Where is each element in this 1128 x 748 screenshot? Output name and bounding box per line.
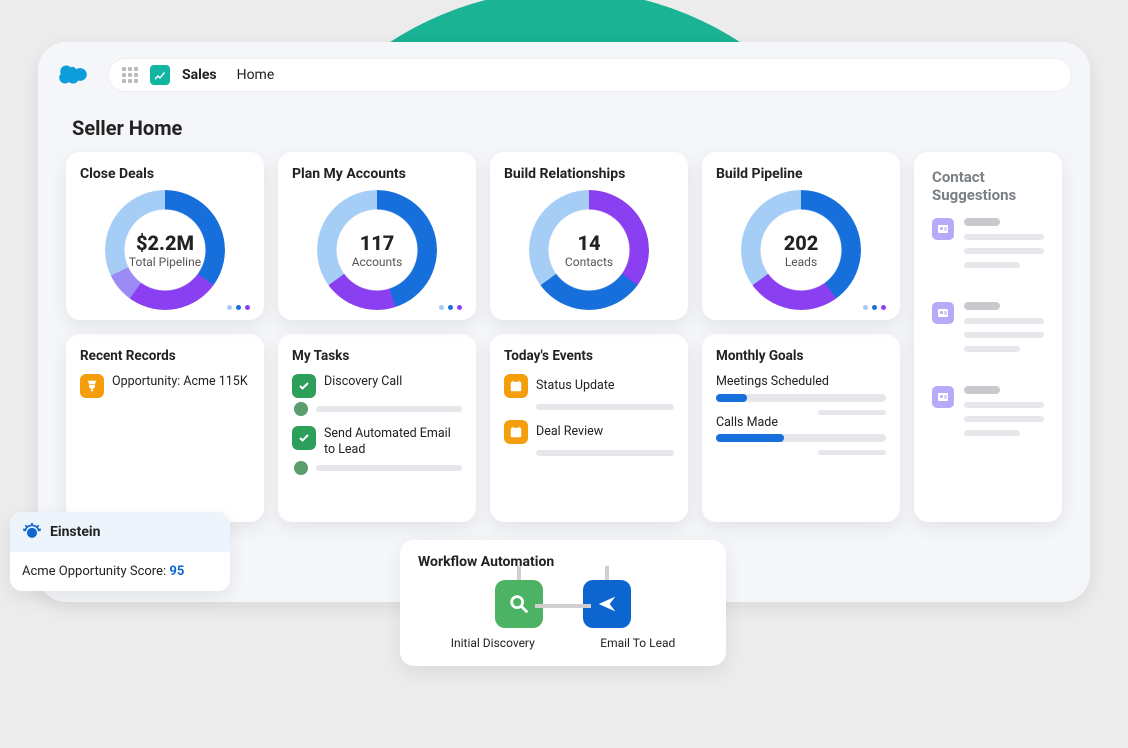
- my-tasks-card: My Tasks Discovery Call Send Automated E…: [278, 334, 476, 522]
- kpi-sublabel: Leads: [784, 255, 819, 269]
- kpi-sublabel: Accounts: [352, 255, 403, 269]
- contact-suggestion-item[interactable]: [932, 302, 1044, 352]
- kpi-title: Build Relationships: [504, 166, 674, 182]
- kpi-sublabel: Contacts: [565, 255, 613, 269]
- workflow-node-label: Email To Lead: [600, 636, 675, 650]
- einstein-icon: [22, 522, 42, 542]
- task-label: Discovery Call: [324, 374, 402, 390]
- progress-bar: [716, 434, 886, 442]
- workflow-connector: [535, 604, 591, 608]
- pager-dots[interactable]: [227, 305, 250, 310]
- app-launcher-icon[interactable]: [122, 67, 138, 83]
- donut-chart: 202 Leads: [716, 190, 886, 310]
- event-item[interactable]: Status Update: [504, 374, 674, 410]
- todays-events-card: Today's Events Status Update Deal Review: [490, 334, 688, 522]
- pager-dots[interactable]: [439, 305, 462, 310]
- recent-records-card: Recent Records Opportunity: Acme 115K: [66, 334, 264, 522]
- donut-chart: 117 Accounts: [292, 190, 462, 310]
- checkbox-icon[interactable]: [292, 426, 316, 450]
- contact-icon: [932, 386, 954, 408]
- kpi-card[interactable]: Build Pipeline 202 Leads: [702, 152, 900, 320]
- record-item[interactable]: Opportunity: Acme 115K: [80, 374, 250, 398]
- nav-tab-home[interactable]: Home: [237, 67, 275, 83]
- kpi-title: Close Deals: [80, 166, 250, 182]
- card-title: My Tasks: [292, 348, 462, 364]
- pager-dots[interactable]: [863, 305, 886, 310]
- contact-suggestion-item[interactable]: [932, 218, 1044, 268]
- task-label: Send Automated Email to Lead: [324, 426, 462, 457]
- monthly-goals-card: Monthly Goals Meetings Scheduled Calls M…: [702, 334, 900, 522]
- card-title: Monthly Goals: [716, 348, 886, 364]
- card-title: Today's Events: [504, 348, 674, 364]
- card-title: Recent Records: [80, 348, 250, 364]
- kpi-title: Build Pipeline: [716, 166, 886, 182]
- kpi-value: 202: [784, 231, 819, 255]
- page-title: Seller Home: [72, 116, 1090, 140]
- opportunity-icon: [80, 374, 104, 398]
- event-label: Status Update: [536, 378, 615, 394]
- calendar-icon: [504, 420, 528, 444]
- header: Sales Home: [38, 42, 1090, 100]
- avatar-icon: [294, 461, 308, 475]
- contact-icon: [932, 302, 954, 324]
- donut-chart: 14 Contacts: [504, 190, 674, 310]
- cards-row: Recent Records Opportunity: Acme 115KMy …: [66, 334, 900, 522]
- goal-item: Meetings Scheduled: [716, 374, 886, 415]
- salesforce-logo: [56, 63, 90, 87]
- event-item[interactable]: Deal Review: [504, 420, 674, 456]
- kpi-card[interactable]: Plan My Accounts 117 Accounts: [278, 152, 476, 320]
- kpi-value: $2.2M: [129, 231, 201, 255]
- checkbox-icon[interactable]: [292, 374, 316, 398]
- goal-item: Calls Made: [716, 415, 886, 456]
- kpi-card[interactable]: Build Relationships 14 Contacts: [490, 152, 688, 320]
- einstein-score-value: 95: [169, 564, 184, 579]
- kpi-card[interactable]: Close Deals $2.2M Total Pipeline: [66, 152, 264, 320]
- contact-suggestions-title: Contact Suggestions: [932, 168, 1044, 204]
- event-label: Deal Review: [536, 424, 603, 440]
- contact-suggestion-item[interactable]: [932, 386, 1044, 436]
- kpi-title: Plan My Accounts: [292, 166, 462, 182]
- contact-suggestions-panel: Contact Suggestions: [914, 152, 1062, 522]
- kpi-row: Close Deals $2.2M Total Pipeline Plan My…: [66, 152, 900, 320]
- calendar-icon: [504, 374, 528, 398]
- einstein-card[interactable]: Einstein Acme Opportunity Score: 95: [10, 512, 230, 591]
- workflow-title: Workflow Automation: [418, 554, 708, 570]
- workflow-node-label: Initial Discovery: [451, 636, 535, 650]
- avatar-icon: [294, 402, 308, 416]
- task-item[interactable]: Discovery Call: [292, 374, 462, 416]
- goal-label: Meetings Scheduled: [716, 374, 886, 390]
- task-item[interactable]: Send Automated Email to Lead: [292, 426, 462, 475]
- workflow-automation-card: Workflow Automation Initial Discovery Em…: [400, 540, 726, 666]
- app-name[interactable]: Sales: [182, 67, 217, 83]
- sales-app-icon[interactable]: [150, 65, 170, 85]
- einstein-body: Acme Opportunity Score: 95: [10, 552, 230, 591]
- einstein-title: Einstein: [50, 524, 100, 540]
- record-label: Opportunity: Acme 115K: [112, 374, 248, 390]
- einstein-score-text: Acme Opportunity Score:: [22, 564, 169, 579]
- kpi-value: 14: [565, 231, 613, 255]
- contact-icon: [932, 218, 954, 240]
- goal-label: Calls Made: [716, 415, 886, 431]
- progress-bar: [716, 394, 886, 402]
- donut-chart: $2.2M Total Pipeline: [80, 190, 250, 310]
- nav-bar: Sales Home: [108, 58, 1072, 92]
- kpi-value: 117: [352, 231, 403, 255]
- kpi-sublabel: Total Pipeline: [129, 255, 201, 269]
- einstein-header: Einstein: [10, 512, 230, 552]
